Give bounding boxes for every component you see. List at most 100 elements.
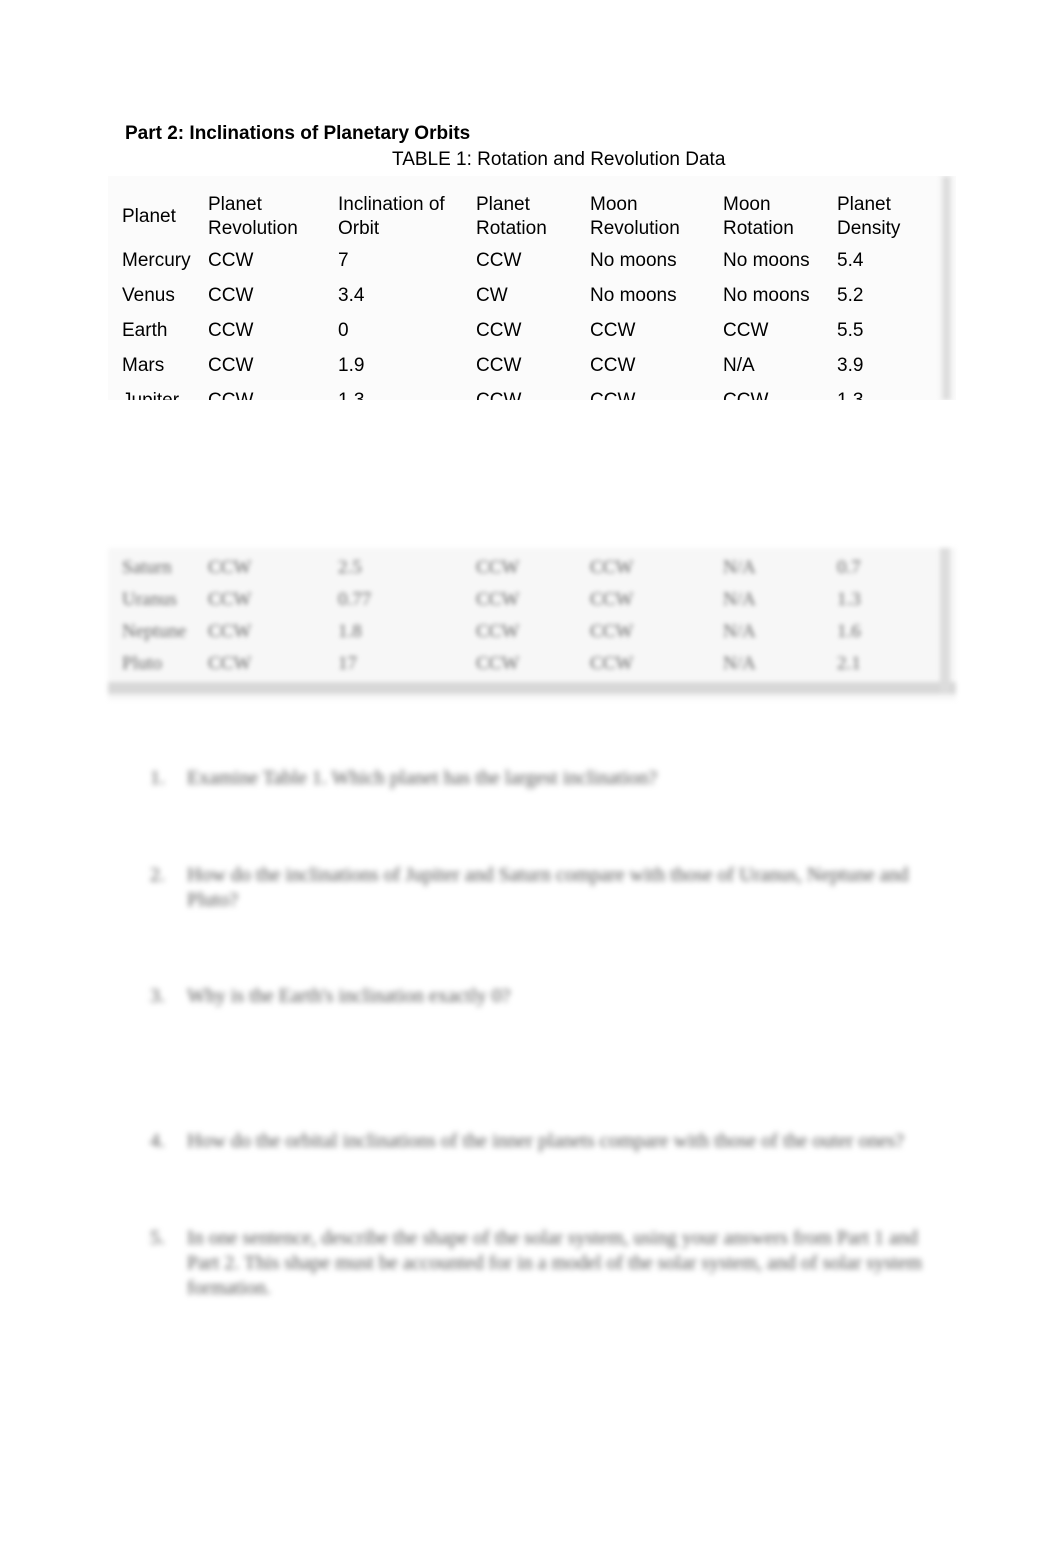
question-number: 4.	[150, 1130, 165, 1152]
table-cell: 5.5	[837, 320, 864, 341]
table-cell: Uranus	[122, 589, 177, 610]
table-cell: CCW	[590, 621, 634, 642]
table-cell: N/A	[723, 621, 756, 642]
table-cell: CCW	[476, 386, 590, 400]
table-row: Neptune CCW 1.8 CCW CCW N/A 1.6	[122, 616, 937, 648]
table-cell: Saturn	[122, 557, 172, 578]
table-cell: CCW	[476, 589, 520, 610]
table-cell: CCW	[208, 589, 252, 610]
question-item: 2. How do the inclinations of Jupiter an…	[150, 863, 950, 913]
table-row: Saturn CCW 2.5 CCW CCW N/A 0.7	[122, 552, 937, 584]
table-cell: CCW	[723, 386, 837, 400]
column-header: Moon Rotation	[723, 194, 794, 239]
data-table-blurred: Saturn CCW 2.5 CCW CCW N/A 0.7 Uranus CC…	[108, 548, 956, 700]
table-cell: CCW	[208, 386, 338, 400]
table-cell: N/A	[723, 589, 756, 610]
question-number: 3.	[150, 985, 165, 1007]
table-cell: 1.6	[837, 621, 861, 642]
question-item: 3. Why is the Earth's inclination exactl…	[150, 984, 950, 1009]
column-header: Inclination of Orbit	[338, 194, 445, 239]
table-bottom-border	[108, 682, 956, 694]
question-item: 4. How do the orbital inclinations of th…	[150, 1129, 950, 1154]
table-cell: CCW	[590, 589, 634, 610]
table-cell: 0.77	[338, 589, 372, 610]
rotation-revolution-table: Planet Planet Revolution Inclination of Or…	[122, 188, 937, 400]
section-heading: Part 2: Inclinations of Planetary Orbits	[125, 123, 471, 144]
table-cell: CCW	[208, 621, 252, 642]
question-item: 1. Examine Table 1. Which planet has the…	[150, 766, 950, 791]
table-cell: No moons	[723, 285, 810, 306]
table-cell: CCW	[590, 653, 634, 674]
table-cell: CCW	[723, 320, 769, 341]
table-cell: N/A	[723, 355, 755, 376]
table-cell: No moons	[590, 285, 677, 306]
table-cell: CW	[476, 285, 508, 306]
table-cell: CCW	[590, 320, 636, 341]
question-text: How do the inclinations of Jupiter and S…	[187, 864, 909, 911]
table-cell: 7	[338, 250, 349, 271]
table-cell: 17	[338, 653, 357, 674]
column-header: Planet Density	[837, 194, 901, 239]
table-cell: 5.2	[837, 285, 864, 306]
question-text: How do the orbital inclinations of the i…	[187, 1130, 905, 1152]
table-cell: 5.4	[837, 250, 864, 271]
table-cell: No moons	[590, 250, 677, 271]
table-cell: CCW	[476, 250, 522, 271]
data-table-visible: Planet Planet Revolution Inclination of Or…	[108, 176, 956, 400]
table-caption: TABLE 1: Rotation and Revolution Data	[392, 149, 726, 170]
table-header-row: Planet Planet Revolution Inclination of Or…	[122, 188, 937, 246]
question-text: Why is the Earth's inclination exactly 0…	[187, 985, 511, 1007]
table-cell: 0	[338, 320, 349, 341]
table-cell: Earth	[122, 320, 168, 341]
table-cell: CCW	[476, 557, 520, 578]
table-cell: Mars	[122, 355, 165, 376]
table-row: Pluto CCW 17 CCW CCW N/A 2.1	[122, 648, 937, 680]
table-cell: 0.7	[837, 557, 861, 578]
table-cell: 1.3	[837, 589, 861, 610]
table-row: Mercury CCW 7 CCW No moons No moons 5.4	[122, 246, 937, 281]
table-cell: 2.1	[837, 653, 861, 674]
table-cell: CCW	[476, 355, 522, 376]
table-cell: CCW	[590, 386, 723, 400]
question-number: 5.	[150, 1227, 165, 1249]
table-cell: CCW	[208, 355, 254, 376]
table-cell: 1.3	[338, 386, 476, 400]
table-cell: CCW	[476, 621, 520, 642]
table-row: Jupiter CCW 1.3 CCW CCW CCW 1.3	[122, 386, 937, 400]
table-row: Mars CCW 1.9 CCW CCW N/A 3.9	[122, 351, 937, 386]
table-cell: Pluto	[122, 653, 163, 674]
table-cell: 3.9	[837, 355, 864, 376]
table-cell: CCW	[590, 355, 636, 376]
table-cell: N/A	[723, 653, 756, 674]
column-header: Planet Rotation	[476, 194, 547, 239]
table-cell: Mercury	[122, 250, 191, 271]
table-cell: CCW	[208, 250, 254, 271]
table-row: Venus CCW 3.4 CW No moons No moons 5.2	[122, 281, 937, 316]
question-item: 5. In one sentence, describe the shape o…	[150, 1226, 950, 1301]
table-right-border	[940, 548, 950, 694]
table-cell: 1.8	[338, 621, 362, 642]
table-cell: Jupiter	[122, 386, 208, 400]
table-row: Earth CCW 0 CCW CCW CCW 5.5	[122, 316, 937, 351]
table-cell: CCW	[590, 557, 634, 578]
column-header: Planet Revolution	[208, 194, 298, 239]
question-text: Examine Table 1. Which planet has the la…	[187, 767, 658, 789]
blurred-table-rows: Saturn CCW 2.5 CCW CCW N/A 0.7 Uranus CC…	[122, 552, 937, 680]
table-cell: CCW	[208, 285, 254, 306]
table-cell: Venus	[122, 285, 175, 306]
table-cell: CCW	[208, 320, 254, 341]
column-header: Planet	[122, 206, 176, 227]
table-cell: CCW	[208, 653, 252, 674]
table-cell: 1.9	[338, 355, 365, 376]
table-cell: 1.3	[837, 386, 937, 400]
table-cell: N/A	[723, 557, 756, 578]
question-number: 1.	[150, 767, 165, 789]
column-header: Moon Revolution	[590, 194, 680, 239]
table-row: Uranus CCW 0.77 CCW CCW N/A 1.3	[122, 584, 937, 616]
table-cell: No moons	[723, 250, 810, 271]
table-cell: Neptune	[122, 621, 187, 642]
table-cell: CCW	[476, 320, 522, 341]
table-cell: CCW	[476, 653, 520, 674]
table-cell: 2.5	[338, 557, 362, 578]
table-cell: 3.4	[338, 285, 365, 306]
